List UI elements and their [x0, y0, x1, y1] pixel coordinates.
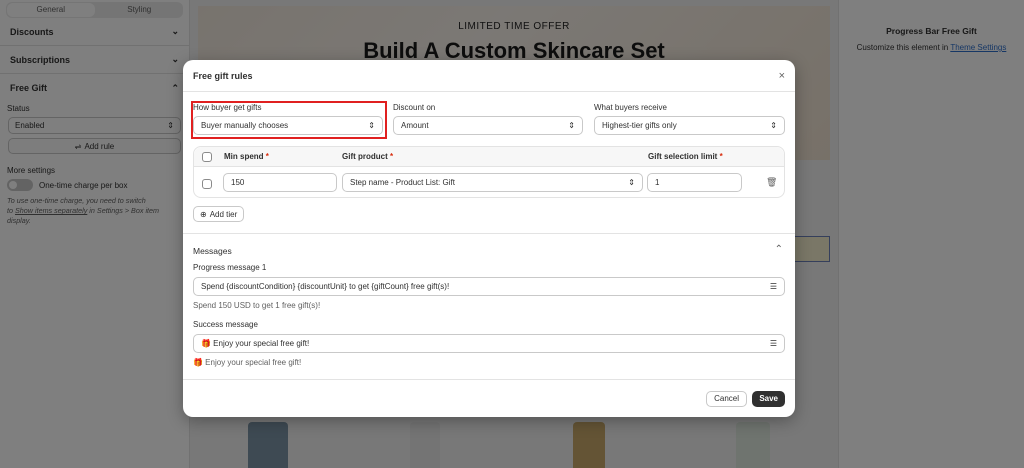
row-checkbox[interactable]	[202, 179, 212, 189]
required-mark: *	[265, 152, 269, 161]
select-caret-icon: ⇕	[628, 178, 635, 187]
list-icon[interactable]: ☰	[770, 282, 777, 291]
add-tier-label: Add tier	[209, 209, 238, 219]
discount-on-label: Discount on	[393, 103, 436, 112]
add-tier-button[interactable]: ⊕ Add tier	[193, 206, 245, 222]
what-buyers-receive-label: What buyers receive	[594, 103, 667, 112]
col-gift-product: Gift product *	[342, 152, 393, 161]
modal-title: Free gift rules	[193, 70, 253, 81]
progress-message-label: Progress message 1	[193, 263, 267, 272]
chevron-up-icon[interactable]: ⌃	[775, 244, 783, 255]
trash-icon[interactable]: 🗑	[766, 177, 777, 188]
gift-product-select[interactable]: Step name - Product List: Gift ⇕	[342, 173, 643, 192]
modal-header: Free gift rules ×	[183, 60, 795, 92]
col-min-spend-label: Min spend	[224, 152, 264, 161]
min-spend-value: 150	[231, 178, 245, 187]
discount-on-field: Discount on Amount ⇕	[393, 103, 583, 135]
close-icon[interactable]: ×	[779, 70, 785, 82]
col-gift-limit: Gift selection limit *	[648, 152, 723, 161]
discount-on-select[interactable]: Amount ⇕	[393, 116, 583, 135]
highlight-box	[191, 101, 387, 139]
col-gift-limit-label: Gift selection limit	[648, 152, 718, 161]
success-message-value: 🎁 Enjoy your special free gift!	[201, 339, 310, 348]
what-buyers-receive-value: Highest-tier gifts only	[602, 121, 677, 130]
plus-circle-icon: ⊕	[200, 209, 207, 219]
modal-footer: Cancel Save	[183, 379, 795, 417]
success-message-input[interactable]: 🎁 Enjoy your special free gift! ☰	[193, 334, 785, 353]
success-message-label: Success message	[193, 320, 258, 329]
required-mark: *	[719, 152, 723, 161]
success-message-preview: 🎁 Enjoy your special free gift!	[193, 358, 302, 367]
what-buyers-receive-field: What buyers receive Highest-tier gifts o…	[594, 103, 785, 135]
select-caret-icon: ⇕	[770, 121, 777, 130]
gift-product-value: Step name - Product List: Gift	[350, 178, 455, 187]
progress-message-preview: Spend 150 USD to get 1 free gift(s)!	[193, 301, 321, 310]
what-buyers-receive-select[interactable]: Highest-tier gifts only ⇕	[594, 116, 785, 135]
col-min-spend: Min spend *	[224, 152, 269, 161]
list-icon[interactable]: ☰	[770, 339, 777, 348]
cancel-button[interactable]: Cancel	[706, 391, 747, 407]
table-header: Min spend * Gift product * Gift selectio…	[194, 147, 784, 167]
messages-title: Messages	[193, 246, 232, 256]
discount-on-value: Amount	[401, 121, 429, 130]
required-mark: *	[390, 152, 394, 161]
progress-message-value: Spend {discountCondition} {discountUnit}…	[201, 282, 450, 291]
select-all-checkbox[interactable]	[202, 152, 212, 162]
progress-message-input[interactable]: Spend {discountCondition} {discountUnit}…	[193, 277, 785, 296]
select-caret-icon: ⇕	[568, 121, 575, 130]
free-gift-rules-modal: Free gift rules × How buyer get gifts Bu…	[183, 60, 795, 417]
gift-limit-input[interactable]: 1	[647, 173, 742, 192]
gift-tier-table: Min spend * Gift product * Gift selectio…	[193, 146, 785, 198]
section-divider	[183, 233, 795, 234]
col-gift-product-label: Gift product	[342, 152, 388, 161]
min-spend-input[interactable]: 150	[223, 173, 337, 192]
save-button[interactable]: Save	[752, 391, 785, 407]
gift-limit-value: 1	[655, 178, 660, 187]
